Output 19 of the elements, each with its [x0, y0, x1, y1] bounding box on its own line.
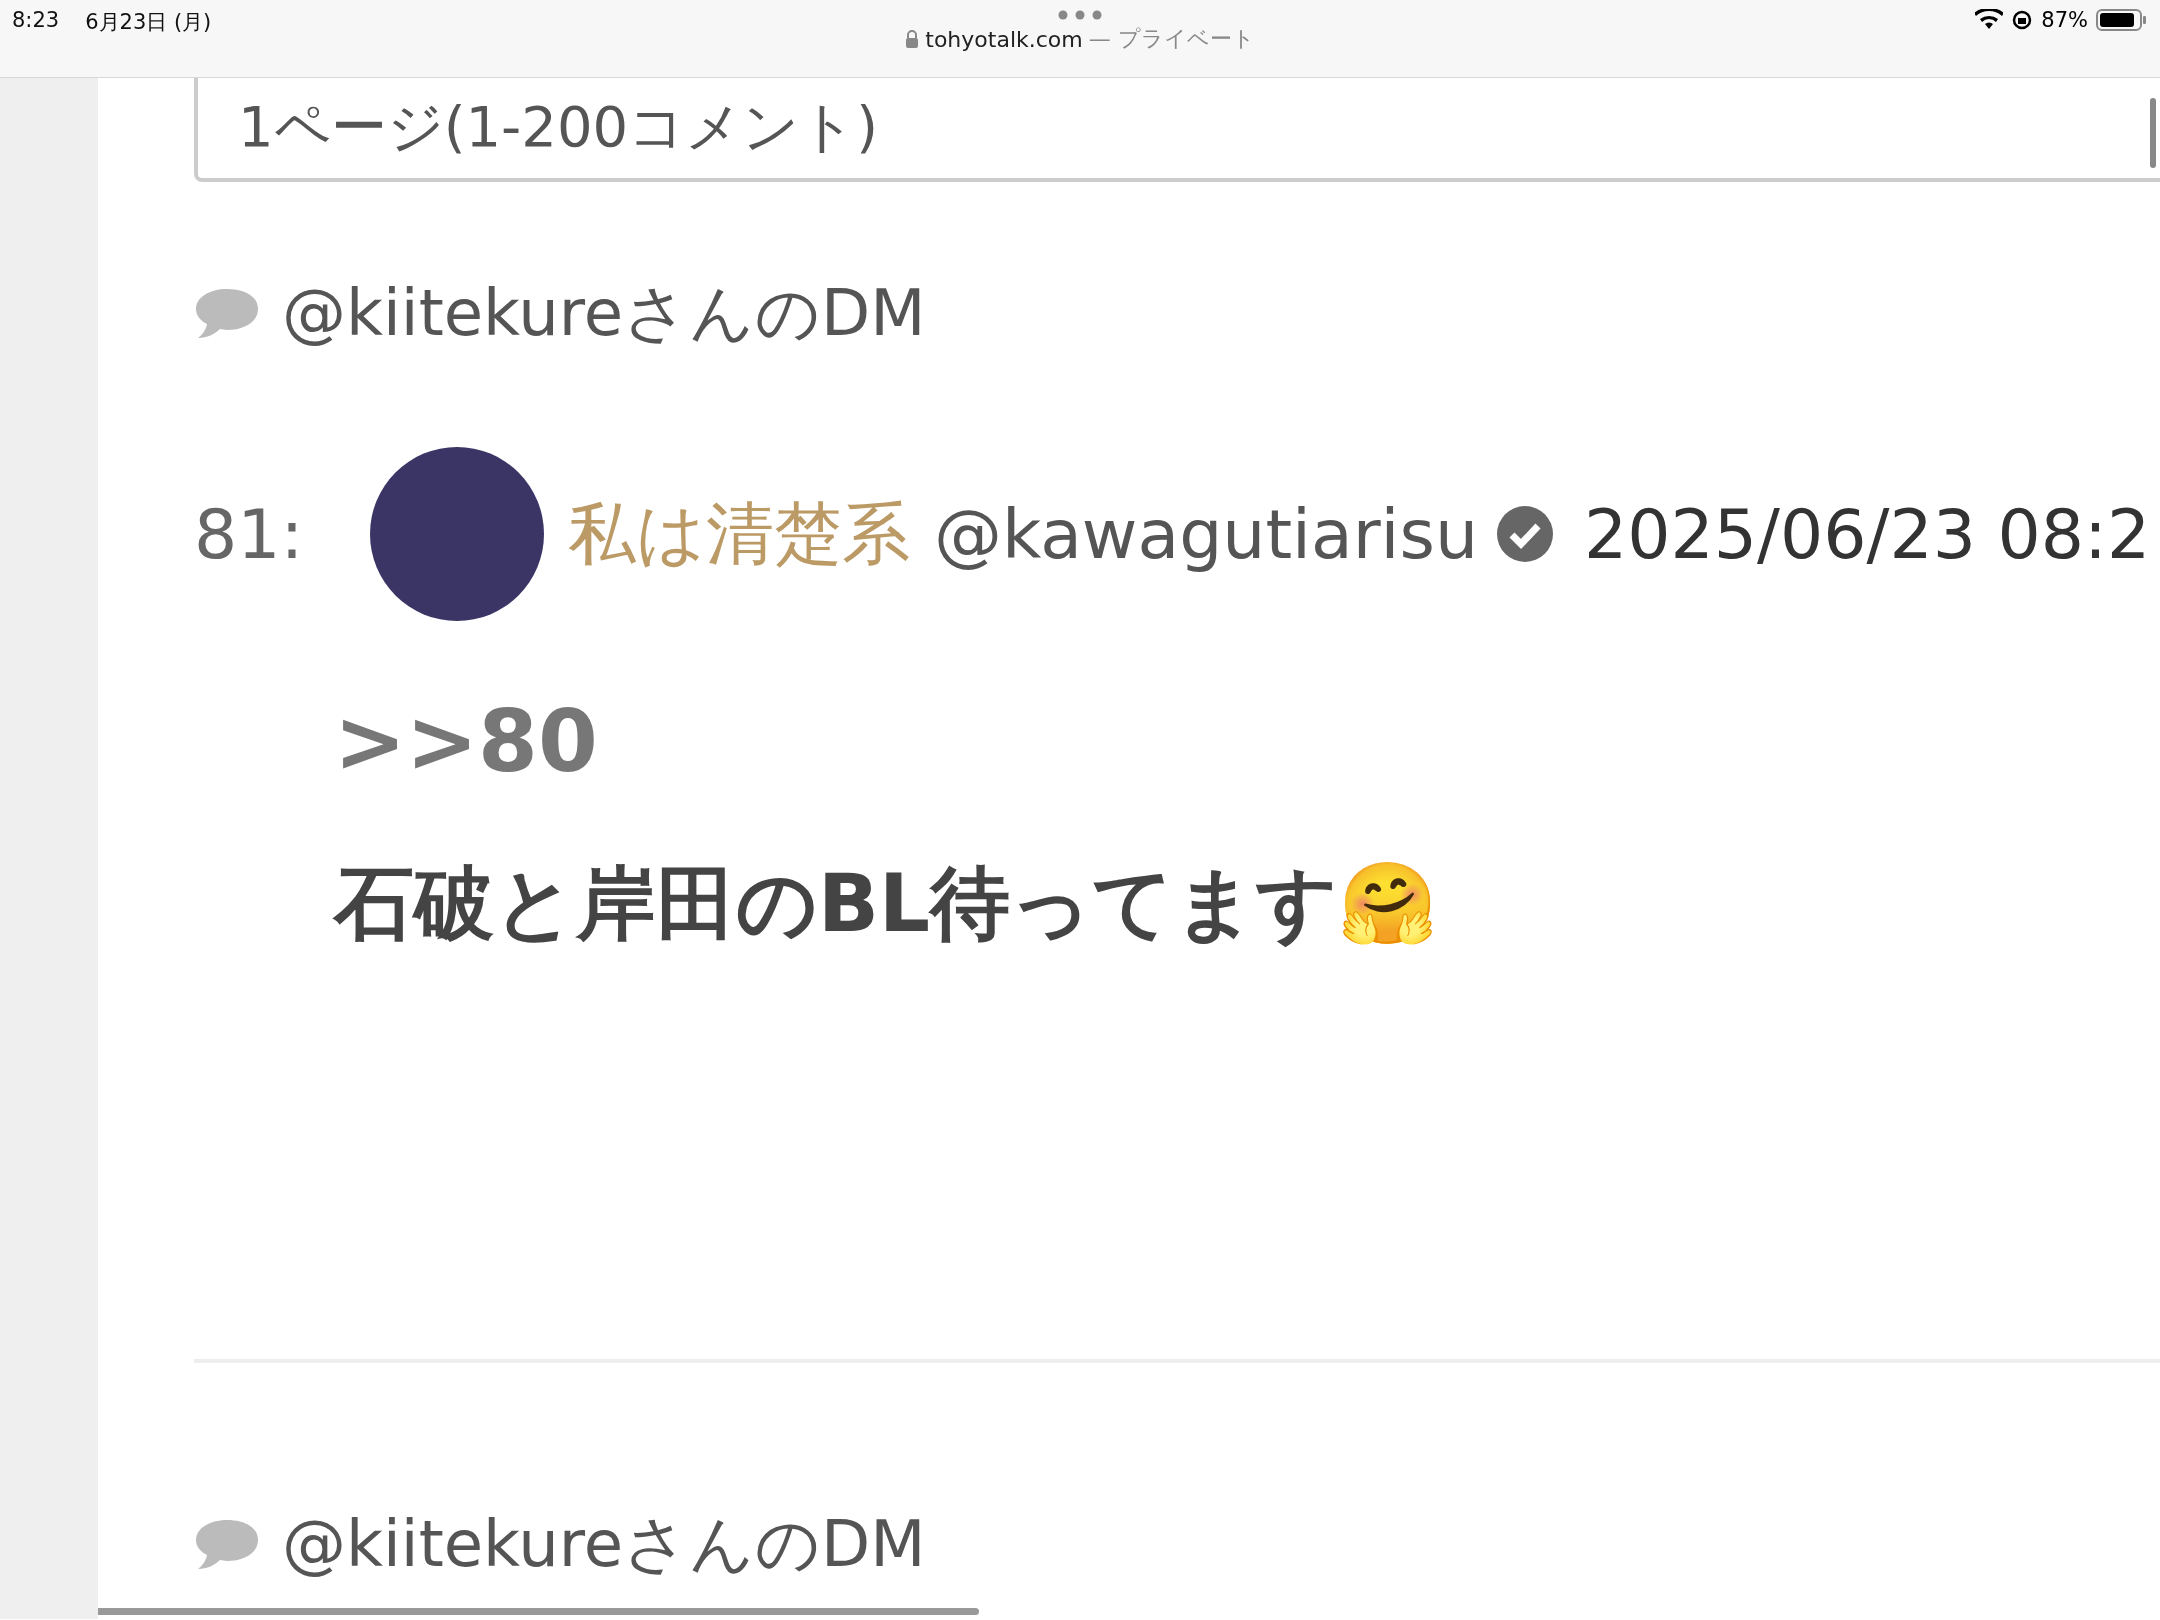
battery-icon — [2096, 8, 2148, 32]
rotation-lock-icon — [2011, 9, 2034, 31]
wifi-icon — [1975, 9, 2004, 31]
post-body: 石破と岸田のBL待ってます🤗 — [334, 856, 1439, 952]
post-datetime: 2025/06/23 08:2 — [1584, 494, 2151, 574]
url-text[interactable]: tohyotalk.com — [925, 26, 1083, 52]
page-select[interactable]: 1ページ(1-200コメント) — [194, 78, 2160, 182]
reply-link[interactable]: >>80 — [334, 691, 598, 791]
more-dots-icon[interactable] — [1058, 10, 1102, 20]
battery-percent: 87% — [2041, 8, 2088, 32]
lock-icon — [905, 30, 920, 48]
dm-heading: @kiitekureさんのDM — [282, 275, 926, 352]
dm-heading: @kiitekureさんのDM — [282, 1506, 926, 1583]
clock-time: 8:23 — [12, 8, 60, 34]
private-label: — プライベート — [1088, 25, 1255, 53]
scrollbar-thumb — [2150, 98, 2156, 168]
date-text: 6月23日 (月) — [85, 9, 212, 36]
user-handle: @kawagutiarisu — [934, 494, 1478, 574]
post-number: 81: — [194, 494, 305, 574]
